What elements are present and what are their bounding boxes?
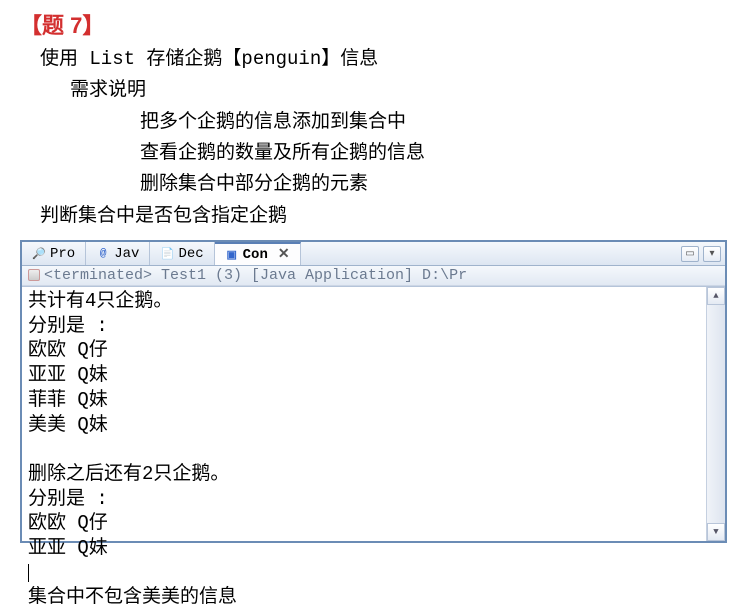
console-line: 集合中不包含美美的信息 (28, 586, 237, 608)
declaration-icon: 📄 (160, 247, 174, 261)
scroll-track[interactable] (707, 305, 725, 523)
console-line: 共计有4只企鹅。 (28, 290, 172, 312)
problem-line: 查看企鹅的数量及所有企鹅的信息 (40, 138, 707, 169)
console-line: 删除之后还有2只企鹅。 (28, 463, 229, 485)
problem-line: 删除集合中部分企鹅的元素 (40, 169, 707, 200)
tab-label: Dec (178, 246, 203, 262)
console-line: 欧欧 Q仔 (28, 339, 108, 361)
tab-label: Pro (50, 246, 75, 262)
tab-label: Jav (114, 246, 139, 262)
problems-icon: 🔎 (32, 247, 46, 261)
tab-javadoc[interactable]: @ Jav (86, 242, 150, 265)
problem-text: 使用 List 存储企鹅【penguin】信息 需求说明 把多个企鹅的信息添加到… (0, 44, 747, 232)
console-area: 共计有4只企鹅。 分别是 : 欧欧 Q仔 亚亚 Q妹 菲菲 Q妹 美美 Q妹 删… (22, 286, 725, 541)
console-line: 欧欧 Q仔 (28, 512, 108, 534)
tab-problems[interactable]: 🔎 Pro (22, 242, 86, 265)
javadoc-icon: @ (96, 247, 110, 261)
console-icon: ▣ (225, 248, 239, 262)
tab-bar: 🔎 Pro @ Jav 📄 Dec ▣ Con ✕ ▭ ▾ (22, 242, 725, 266)
vertical-scrollbar[interactable]: ▲ ▼ (706, 287, 725, 541)
console-line: 菲菲 Q妹 (28, 389, 108, 411)
console-line: 亚亚 Q妹 (28, 364, 108, 386)
console-line: 美美 Q妹 (28, 414, 108, 436)
close-icon[interactable]: ✕ (278, 246, 290, 263)
problem-line: 使用 List 存储企鹅【penguin】信息 (40, 44, 707, 75)
console-status: <terminated> Test1 (3) [Java Application… (22, 266, 725, 286)
status-text: <terminated> Test1 (3) [Java Application… (44, 267, 467, 284)
console-line: 分别是 : (28, 488, 108, 510)
console-line: 亚亚 Q妹 (28, 537, 108, 559)
ide-window: 🔎 Pro @ Jav 📄 Dec ▣ Con ✕ ▭ ▾ <terminate… (20, 240, 727, 543)
tab-label: Con (243, 247, 268, 263)
problem-line: 需求说明 (40, 75, 707, 106)
terminated-icon (28, 269, 40, 281)
problem-line: 判断集合中是否包含指定企鹅 (40, 201, 707, 232)
scroll-down-button[interactable]: ▼ (707, 523, 725, 541)
text-cursor (28, 564, 29, 582)
tab-console[interactable]: ▣ Con ✕ (215, 242, 301, 265)
toolbar-button[interactable]: ▭ (681, 246, 699, 262)
tab-declaration[interactable]: 📄 Dec (150, 242, 214, 265)
console-output[interactable]: 共计有4只企鹅。 分别是 : 欧欧 Q仔 亚亚 Q妹 菲菲 Q妹 美美 Q妹 删… (22, 287, 705, 541)
console-line: 分别是 : (28, 315, 108, 337)
toolbar-actions: ▭ ▾ (681, 246, 725, 262)
toolbar-button[interactable]: ▾ (703, 246, 721, 262)
problem-line: 把多个企鹅的信息添加到集合中 (40, 107, 707, 138)
problem-title: 【题 7】 (0, 0, 747, 44)
scroll-up-button[interactable]: ▲ (707, 287, 725, 305)
